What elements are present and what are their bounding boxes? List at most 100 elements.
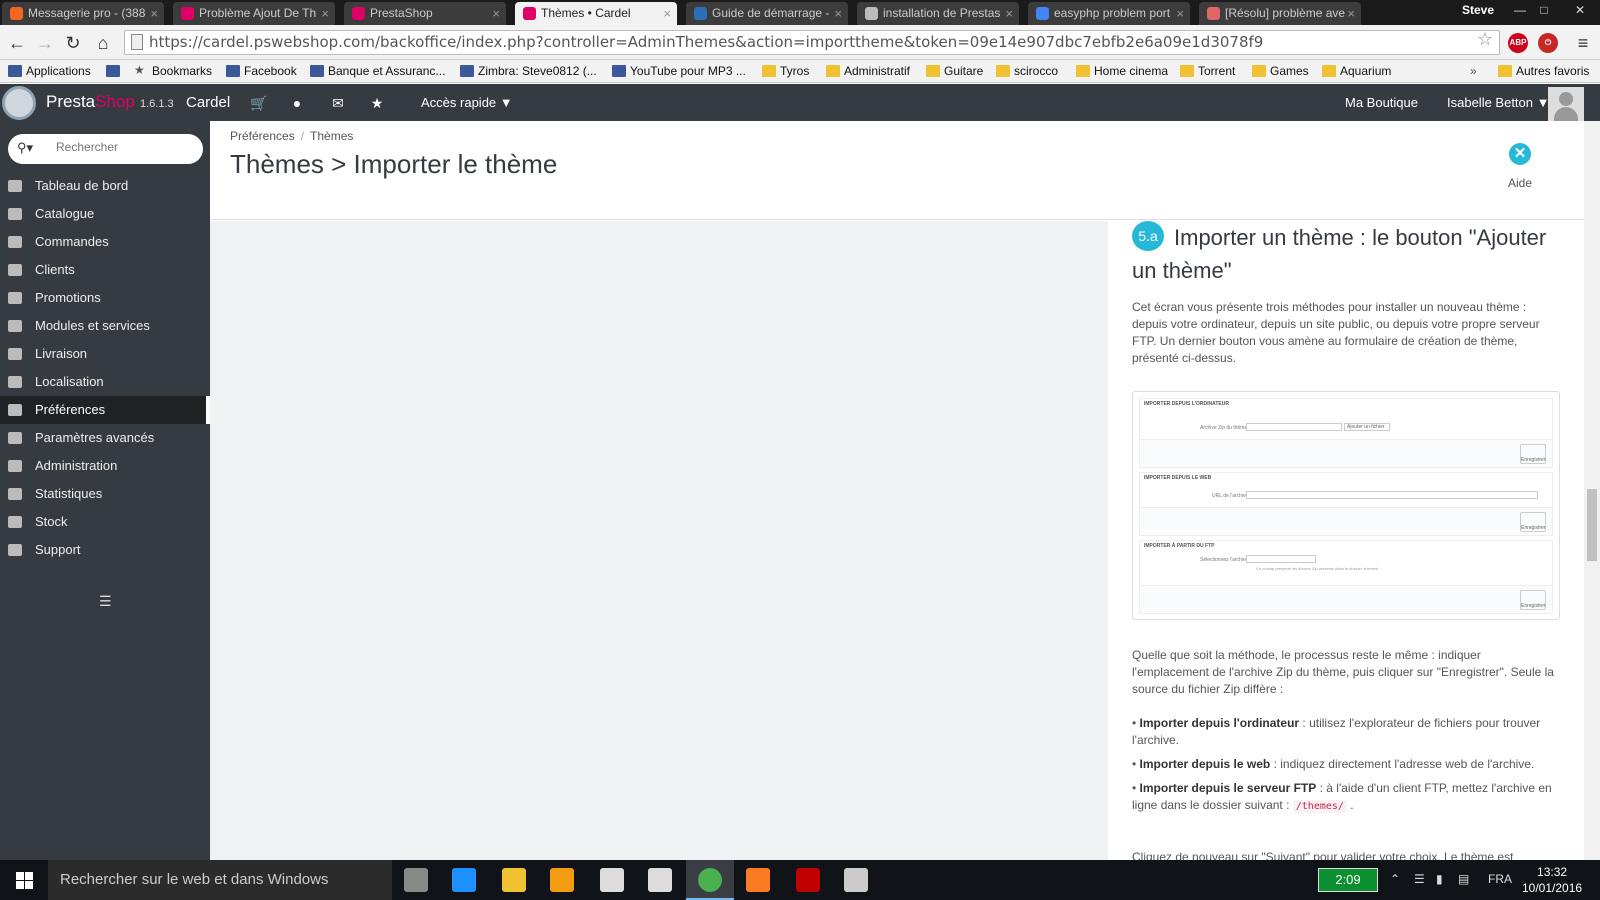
help-button[interactable]: ✕ Aide bbox=[1500, 143, 1540, 190]
my-shop-link[interactable]: Ma Boutique bbox=[1345, 95, 1418, 110]
avatar[interactable] bbox=[1548, 87, 1584, 121]
page-scrollbar[interactable] bbox=[1584, 121, 1600, 860]
prestashop-logo-text[interactable]: PrestaShop bbox=[46, 92, 135, 112]
other-bookmarks[interactable]: Autres favoris bbox=[1498, 63, 1589, 80]
bookmark-tyros[interactable]: Tyros bbox=[762, 63, 809, 80]
back-icon[interactable]: ← bbox=[6, 32, 28, 54]
forward-icon[interactable]: → bbox=[34, 32, 56, 54]
tab-close-icon[interactable]: × bbox=[1176, 2, 1184, 25]
sidebar-item-modules-et-services[interactable]: Modules et services bbox=[0, 312, 210, 340]
envelope-icon[interactable]: ✉ bbox=[329, 94, 347, 112]
tab-close-icon[interactable]: × bbox=[150, 2, 158, 25]
taskbar-app-media-player[interactable] bbox=[538, 860, 586, 900]
tab-title: Guide de démarrage - bbox=[712, 6, 830, 20]
taskbar-search[interactable]: Rechercher sur le web et dans Windows bbox=[48, 860, 392, 900]
bookmark-facebook[interactable]: Facebook bbox=[226, 63, 297, 80]
sidebar-item-promotions[interactable]: Promotions bbox=[0, 284, 210, 312]
taskbar-app-chrome[interactable] bbox=[686, 860, 734, 900]
bookmark-bookmarks[interactable]: ★ Bookmarks bbox=[134, 63, 212, 80]
bookmark-torrent[interactable]: Torrent bbox=[1180, 63, 1235, 80]
reload-icon[interactable]: ↻ bbox=[62, 32, 84, 54]
tab-close-icon[interactable]: × bbox=[834, 2, 842, 25]
sidebar-item-localisation[interactable]: Localisation bbox=[0, 368, 210, 396]
scrollbar-thumb[interactable] bbox=[1587, 489, 1597, 561]
bookmarks-overflow-icon[interactable]: » bbox=[1470, 63, 1477, 80]
trophy-icon[interactable]: ★ bbox=[368, 94, 386, 112]
sidebar-item-tableau-de-bord[interactable]: Tableau de bord bbox=[0, 172, 210, 200]
browser-tab[interactable]: installation de Prestas × bbox=[857, 2, 1019, 25]
tab-close-icon[interactable]: × bbox=[663, 2, 671, 25]
chrome-menu-icon[interactable]: ≡ bbox=[1572, 32, 1594, 54]
sidebar-item-livraison[interactable]: Livraison bbox=[0, 340, 210, 368]
shop-name[interactable]: Cardel bbox=[186, 94, 230, 111]
taskbar-app-calculator[interactable] bbox=[588, 860, 636, 900]
minimize-icon[interactable]: — bbox=[1508, 0, 1532, 20]
breadcrumb-item[interactable]: Préférences bbox=[230, 129, 295, 143]
battery-indicator[interactable]: 2:09 bbox=[1318, 868, 1378, 892]
sidebar-item-clients[interactable]: Clients bbox=[0, 256, 210, 284]
browser-tab[interactable]: Messagerie pro - (388 × bbox=[2, 2, 164, 25]
bookmark-scirocco[interactable]: scirocco bbox=[996, 63, 1058, 80]
sidebar-item-support[interactable]: Support bbox=[0, 536, 210, 564]
bookmark-item[interactable] bbox=[106, 63, 124, 80]
extension-power-icon[interactable]: ⏻ bbox=[1538, 33, 1558, 53]
search-input[interactable] bbox=[56, 140, 196, 154]
sidebar-item-administration[interactable]: Administration bbox=[0, 452, 210, 480]
network-icon[interactable]: ☰ bbox=[1414, 872, 1425, 886]
sidebar-item-parametres-avances[interactable]: Paramètres avancés bbox=[0, 424, 210, 452]
profile-name[interactable]: Steve bbox=[1462, 0, 1494, 20]
taskbar-app-file-explorer[interactable] bbox=[490, 860, 538, 900]
language-indicator[interactable]: FRA bbox=[1488, 872, 1512, 886]
user-menu[interactable]: Isabelle Betton ▼ bbox=[1447, 95, 1550, 110]
taskbar-app-xampp[interactable] bbox=[734, 860, 782, 900]
clock[interactable]: 13:32 10/01/2016 bbox=[1522, 864, 1582, 896]
browser-tab[interactable]: Guide de démarrage - × bbox=[686, 2, 848, 25]
bookmark-banque-et-assuranc[interactable]: Banque et Assuranc... bbox=[310, 63, 445, 80]
bookmark-applications[interactable]: Applications bbox=[8, 63, 91, 80]
chevron-up-icon[interactable]: ⌃ bbox=[1390, 872, 1400, 886]
bookmark-aquarium[interactable]: Aquarium bbox=[1322, 63, 1391, 80]
breadcrumb-item[interactable]: Thèmes bbox=[310, 129, 353, 143]
taskbar-app-settings[interactable] bbox=[832, 860, 880, 900]
home-icon[interactable]: ⌂ bbox=[92, 32, 114, 54]
taskbar-app-edge[interactable] bbox=[440, 860, 488, 900]
search-icon[interactable]: ⚲▾ bbox=[17, 140, 33, 156]
taskbar-app-store[interactable] bbox=[636, 860, 684, 900]
sidebar-item-catalogue[interactable]: Catalogue bbox=[0, 200, 210, 228]
browser-tab[interactable]: Problème Ajout De Th × bbox=[173, 2, 335, 25]
windows-start-icon[interactable] bbox=[0, 860, 48, 900]
folder-icon bbox=[926, 65, 940, 77]
bookmark-zimbra-steve0812[interactable]: Zimbra: Steve0812 (... bbox=[460, 63, 597, 80]
tab-close-icon[interactable]: × bbox=[321, 2, 329, 25]
sidebar-item-preferences[interactable]: Préférences bbox=[0, 396, 210, 424]
quick-access-menu[interactable]: Accès rapide ▼ bbox=[421, 95, 513, 110]
close-window-icon[interactable]: ✕ bbox=[1560, 0, 1600, 20]
battery-icon[interactable]: ▮ bbox=[1436, 872, 1443, 886]
bookmark-games[interactable]: Games bbox=[1252, 63, 1309, 80]
bookmark-star-icon[interactable]: ☆ bbox=[1477, 29, 1493, 50]
sidebar-item-stock[interactable]: Stock bbox=[0, 508, 210, 536]
browser-tab[interactable]: Thèmes • Cardel × bbox=[515, 2, 677, 25]
tab-close-icon[interactable]: × bbox=[1005, 2, 1013, 25]
sidebar-item-commandes[interactable]: Commandes bbox=[0, 228, 210, 256]
sidebar-item-statistiques[interactable]: Statistiques bbox=[0, 480, 210, 508]
browser-tab[interactable]: [Résolu] problème ave × bbox=[1199, 2, 1361, 25]
bookmark-home-cinema[interactable]: Home cinema bbox=[1076, 63, 1168, 80]
tab-close-icon[interactable]: × bbox=[492, 2, 500, 25]
bookmark-administratif[interactable]: Administratif bbox=[826, 63, 910, 80]
tab-close-icon[interactable]: × bbox=[1347, 2, 1355, 25]
browser-tab[interactable]: PrestaShop × bbox=[344, 2, 506, 25]
taskbar-app-filezilla[interactable] bbox=[784, 860, 832, 900]
prestashop-logo-icon[interactable] bbox=[2, 86, 36, 120]
notifications-icon[interactable]: ▤ bbox=[1458, 872, 1469, 886]
cart-icon[interactable]: 🛒 bbox=[250, 94, 268, 112]
adblock-icon[interactable]: ABP bbox=[1508, 33, 1528, 53]
maximize-icon[interactable]: □ bbox=[1532, 0, 1556, 20]
taskbar-app-task-view[interactable] bbox=[392, 860, 440, 900]
bookmark-youtube-pour-mp3[interactable]: YouTube pour MP3 ... bbox=[612, 63, 746, 80]
browser-tab[interactable]: easyphp problem port × bbox=[1028, 2, 1190, 25]
bookmark-guitare[interactable]: Guitare bbox=[926, 63, 983, 80]
address-bar[interactable]: https://cardel.pswebshop.com/backoffice/… bbox=[124, 30, 1500, 55]
user-icon[interactable]: ● bbox=[288, 94, 306, 112]
collapse-menu-icon[interactable]: ☰ bbox=[99, 593, 112, 610]
